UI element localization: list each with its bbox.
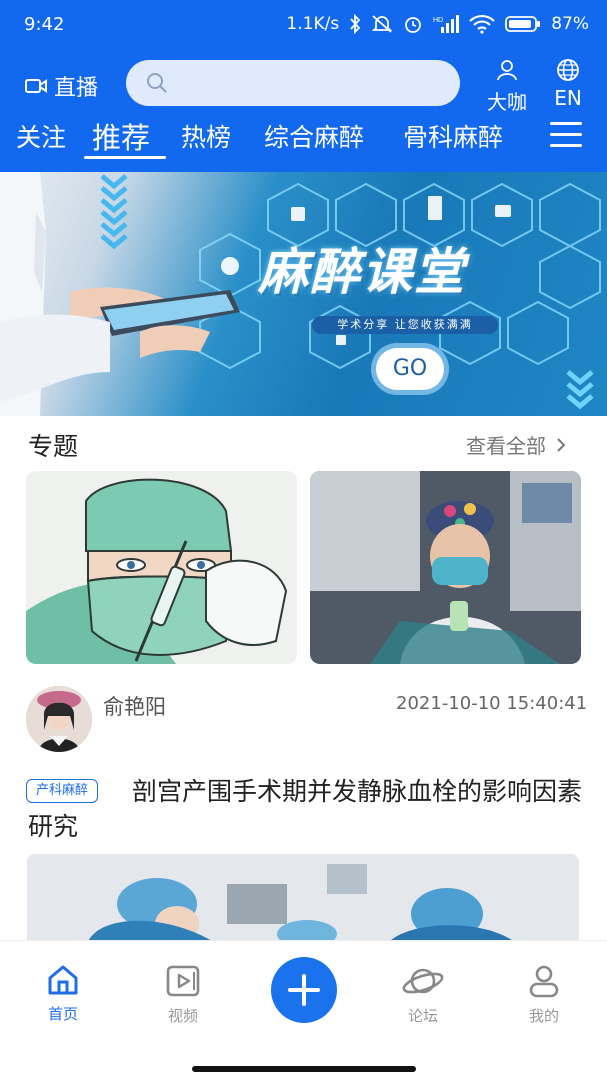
- nav-forum-label: 论坛: [407, 1007, 438, 1025]
- chevron-right-icon: [557, 437, 566, 452]
- menu-icon[interactable]: [550, 122, 582, 150]
- banner-go-button[interactable]: GO: [376, 348, 444, 390]
- avatar[interactable]: [26, 686, 92, 752]
- tab-general-anesthesia[interactable]: 综合麻醉: [264, 118, 364, 154]
- post-image[interactable]: [27, 854, 579, 944]
- tab-orthopedic-anesthesia[interactable]: 骨科麻醉: [403, 118, 503, 154]
- tab-recommend[interactable]: 推荐: [92, 115, 150, 157]
- nav-forum[interactable]: 论坛: [393, 963, 453, 1026]
- post-image-surgery: [27, 854, 579, 944]
- battery-icon: [505, 16, 541, 32]
- post-author[interactable]: 俞艳阳: [103, 691, 166, 721]
- app-header: 9:42 1.1K/s HD 87% 直播 大咖 EN 关注 推荐 热榜 综合麻…: [0, 0, 607, 172]
- bottom-nav: 首页 视频 论坛 我的: [0, 940, 607, 1080]
- search-input[interactable]: [126, 60, 460, 106]
- globe-icon: [557, 59, 579, 81]
- topic-image-operating-room: [310, 471, 581, 664]
- live-label: 直播: [54, 76, 99, 101]
- status-bar: 9:42 1.1K/s HD 87%: [0, 0, 607, 52]
- experts-label: 大咖: [487, 90, 527, 114]
- wifi-icon: [469, 14, 495, 34]
- post-category-tag[interactable]: 产科麻醉: [26, 779, 98, 803]
- mute-icon: [372, 15, 393, 33]
- bluetooth-icon: [350, 14, 361, 34]
- nav-home[interactable]: 首页: [33, 963, 93, 1024]
- tab-hot[interactable]: 热榜: [181, 118, 231, 154]
- banner-title: 麻醉课堂: [258, 243, 466, 301]
- nav-video[interactable]: 视频: [153, 963, 213, 1026]
- avatar-image: [26, 686, 92, 752]
- post-title[interactable]: 剖宫产围手术期并发静脉血栓的影响因素研究: [28, 774, 588, 844]
- nav-profile-label: 我的: [528, 1007, 559, 1025]
- tab-follow[interactable]: 关注: [16, 118, 66, 154]
- top-bar: 直播 大咖 EN: [0, 58, 607, 114]
- nav-video-label: 视频: [167, 1007, 198, 1025]
- topic-image-anesthesiologist: [26, 471, 297, 664]
- create-post-button[interactable]: [271, 957, 337, 1023]
- category-tabs: 关注 推荐 热榜 综合麻醉 骨科麻醉: [0, 114, 607, 164]
- user-icon: [529, 965, 559, 998]
- post-time: 2021-10-10 15:40:41: [396, 693, 588, 714]
- network-speed: 1.1K/s: [286, 14, 340, 34]
- active-tab-indicator: [84, 156, 166, 159]
- video-icon: [166, 965, 200, 997]
- signal-icon: HD: [433, 15, 460, 33]
- hd-label: HD: [433, 17, 443, 24]
- home-icon: [48, 965, 78, 995]
- search-icon: [147, 73, 167, 93]
- expert-user-icon: [497, 60, 517, 81]
- experts-button[interactable]: 大咖: [484, 58, 530, 115]
- home-indicator[interactable]: [192, 1066, 416, 1072]
- banner[interactable]: 麻醉课堂 学术分享 让您收获满满 GO: [0, 172, 607, 416]
- video-camera-icon: [25, 79, 47, 93]
- view-all-label: 查看全部: [466, 434, 546, 458]
- planet-icon: [402, 968, 444, 994]
- topic-card-1[interactable]: [26, 471, 297, 664]
- plus-icon: [288, 974, 320, 1006]
- alarm-icon: [405, 17, 422, 33]
- language-button[interactable]: EN: [548, 58, 588, 110]
- status-icons: 1.1K/s HD 87%: [286, 14, 589, 34]
- banner-subtitle: 学术分享 让您收获满满: [312, 316, 498, 334]
- status-time: 9:42: [24, 14, 65, 35]
- live-button[interactable]: 直播: [24, 70, 98, 102]
- nav-home-label: 首页: [47, 1005, 78, 1023]
- view-all-link[interactable]: 查看全部: [466, 430, 566, 459]
- nav-profile[interactable]: 我的: [514, 963, 574, 1026]
- battery-percent: 87%: [551, 14, 589, 34]
- topics-title: 专题: [28, 432, 79, 461]
- language-label: EN: [554, 86, 582, 110]
- topic-card-2[interactable]: [310, 471, 581, 664]
